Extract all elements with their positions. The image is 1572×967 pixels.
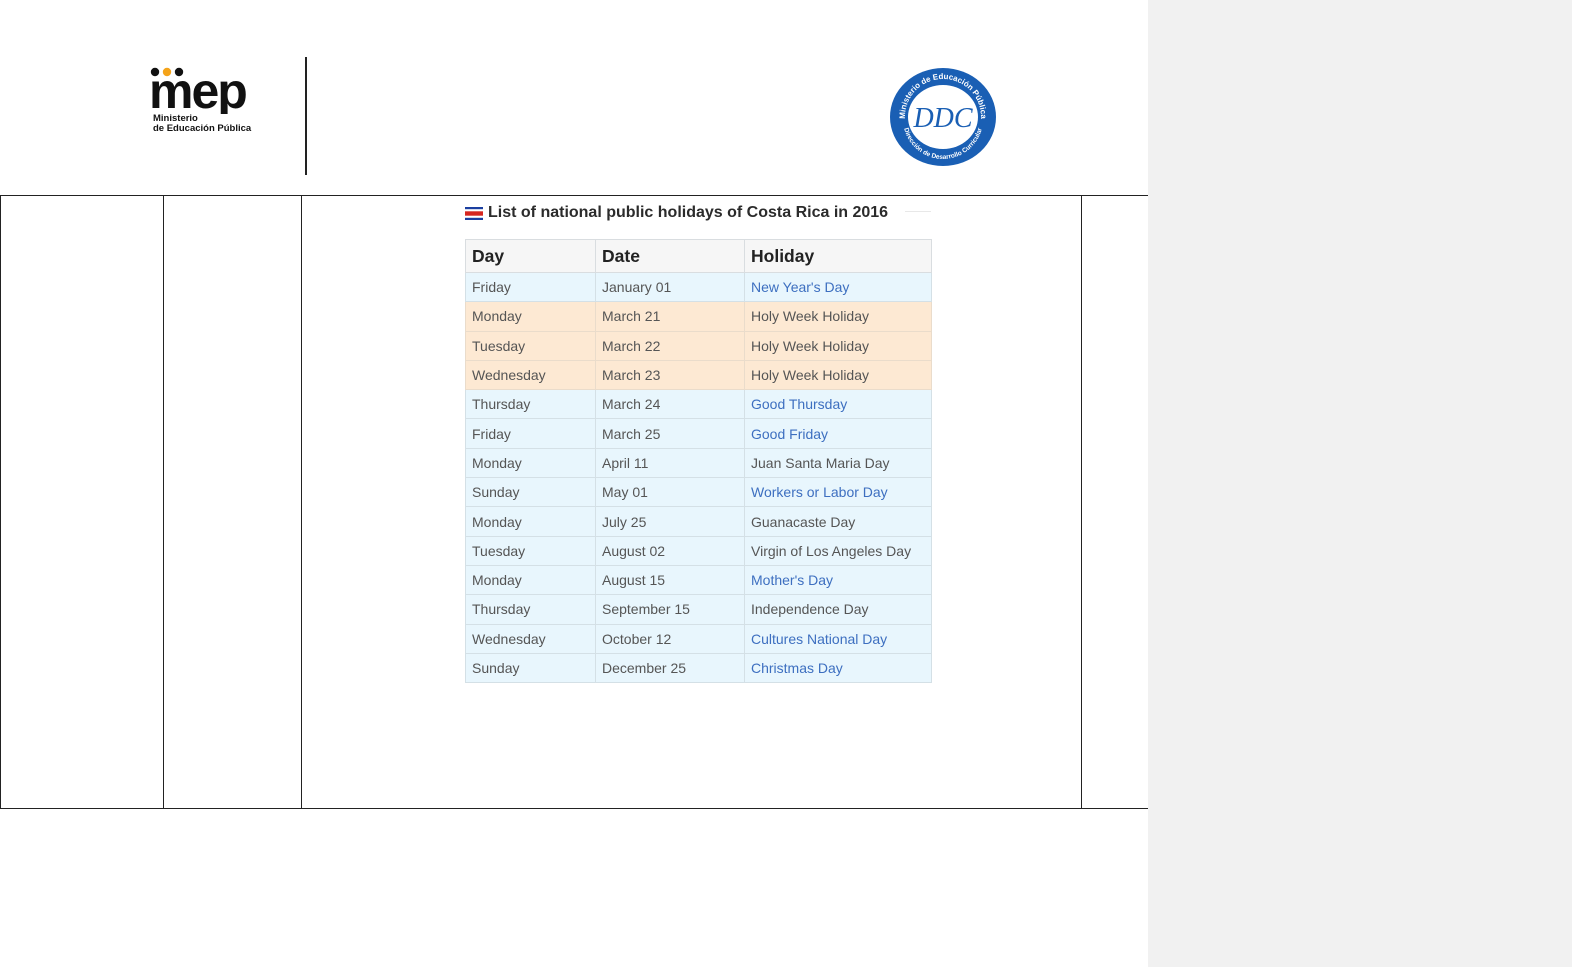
table-row: Thursday September 15 Independence Day (465, 594, 932, 625)
caption-rule (905, 211, 931, 212)
holiday-link[interactable]: Good Thursday (744, 389, 932, 420)
holiday-cell: Independence Day (744, 594, 932, 625)
document-page: mep Ministerio de Educación Pública Mini… (0, 0, 1172, 967)
date-cell: March 23 (595, 359, 745, 391)
day-cell: Sunday (465, 477, 596, 508)
day-cell: Tuesday (465, 330, 596, 361)
day-cell: Tuesday (465, 535, 596, 566)
table-row: Friday January 01 New Year's Day (465, 271, 932, 303)
holiday-link[interactable]: New Year's Day (744, 271, 932, 303)
holiday-cell: Juan Santa Maria Day (744, 447, 932, 479)
day-cell: Monday (465, 447, 596, 479)
date-cell: March 21 (595, 301, 745, 332)
day-cell: Thursday (465, 389, 596, 420)
table-column-divider (1081, 196, 1082, 808)
table-row: Sunday December 25 Christmas Day (465, 652, 932, 684)
table-row: Wednesday October 12 Cultures National Day (465, 623, 932, 654)
table-column-divider (301, 196, 302, 808)
holiday-cell: Virgin of Los Angeles Day (744, 535, 932, 566)
day-cell: Monday (465, 506, 596, 537)
mep-logo-caption: Ministerio de Educación Pública (153, 114, 251, 134)
date-cell: August 15 (595, 564, 745, 596)
column-header-holiday: Holiday (744, 239, 932, 273)
day-cell: Sunday (465, 652, 596, 684)
table-row: Monday March 21 Holy Week Holiday (465, 301, 932, 332)
date-cell: May 01 (595, 477, 745, 508)
table-row: Monday August 15 Mother's Day (465, 564, 932, 596)
day-cell: Wednesday (465, 359, 596, 391)
margin-area (1148, 0, 1572, 967)
holiday-cell: Guanacaste Day (744, 506, 932, 537)
day-cell: Friday (465, 418, 596, 449)
table-row: Sunday May 01 Workers or Labor Day (465, 477, 932, 508)
table-row: Tuesday August 02 Virgin of Los Angeles Da… (465, 535, 932, 566)
table-row: Wednesday March 23 Holy Week Holiday (465, 359, 932, 391)
table-row: Thursday March 24 Good Thursday (465, 389, 932, 420)
holiday-link[interactable]: Christmas Day (744, 652, 932, 684)
column-header-date: Date (595, 239, 745, 273)
holiday-link[interactable]: Workers or Labor Day (744, 477, 932, 508)
ddc-seal: Ministerio de Educación Pública Direcció… (890, 68, 996, 166)
holidays-header-row: Day Date Holiday (465, 239, 932, 273)
date-cell: October 12 (595, 623, 745, 654)
day-cell: Wednesday (465, 623, 596, 654)
table-row: Friday March 25 Good Friday (465, 418, 932, 449)
holiday-cell: Holy Week Holiday (744, 359, 932, 391)
day-cell: Thursday (465, 594, 596, 625)
date-cell: September 15 (595, 594, 745, 625)
costa-rica-flag-icon (465, 206, 483, 220)
table-column-divider (163, 196, 164, 808)
date-cell: March 22 (595, 330, 745, 361)
holiday-cell: Holy Week Holiday (744, 330, 932, 361)
date-cell: January 01 (595, 271, 745, 303)
date-cell: December 25 (595, 652, 745, 684)
date-cell: July 25 (595, 506, 745, 537)
caption-text: List of national public holidays of Cost… (488, 204, 889, 221)
holiday-cell: Holy Week Holiday (744, 301, 932, 332)
day-cell: Monday (465, 301, 596, 332)
holiday-link[interactable]: Mother's Day (744, 564, 932, 596)
seal-monogram: DDC (912, 103, 972, 134)
header-divider (305, 57, 307, 175)
table-row: Tuesday March 22 Holy Week Holiday (465, 330, 932, 361)
mep-logo: mep Ministerio de Educación Pública (150, 66, 262, 138)
holiday-link[interactable]: Good Friday (744, 418, 932, 449)
day-cell: Monday (465, 564, 596, 596)
holiday-link[interactable]: Cultures National Day (744, 623, 932, 654)
date-cell: March 24 (595, 389, 745, 420)
mep-wordmark: mep (150, 66, 248, 114)
mep-logo-line2: de Educación Pública (153, 123, 252, 134)
date-cell: April 11 (595, 447, 745, 479)
holidays-table: Day Date Holiday Friday January 01 New Yea… (465, 239, 932, 684)
date-cell: August 02 (595, 535, 745, 566)
column-header-day: Day (465, 239, 596, 273)
holiday-table-caption: List of national public holidays of Cost… (465, 203, 888, 223)
table-row: Monday April 11 Juan Santa Maria Day (465, 447, 932, 479)
day-cell: Friday (465, 271, 596, 303)
date-cell: March 25 (595, 418, 745, 449)
table-row: Monday July 25 Guanacaste Day (465, 506, 932, 537)
